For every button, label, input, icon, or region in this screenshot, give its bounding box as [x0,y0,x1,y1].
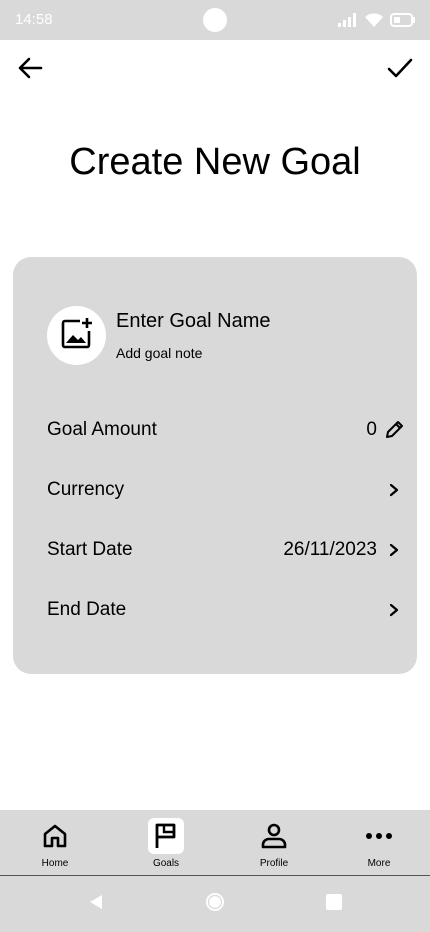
triangle-back-icon [87,893,105,916]
start-date-label: Start Date [47,539,133,560]
chevron-right-icon [383,539,405,561]
nav-label-more: More [367,858,391,869]
end-date-row[interactable]: End Date [47,590,405,630]
bottom-navigation: Home Goals Profile More [0,810,430,876]
chevron-right-icon [383,479,405,501]
start-date-row[interactable]: Start Date 26/11/2023 [47,530,405,570]
nav-item-home[interactable]: Home [34,810,76,876]
goal-amount-value: 0 [366,419,377,440]
square-recents-icon [325,893,343,916]
system-navigation-bar [0,876,430,932]
chevron-right-icon [383,599,405,621]
status-time: 14:58 [15,11,53,28]
battery-icon [390,13,416,27]
goal-note-input[interactable]: Add goal note [116,345,202,361]
status-icons [338,10,416,30]
page-title: Create New Goal [69,141,361,183]
nav-label-goals: Goals [152,858,180,869]
person-icon [256,818,292,854]
check-icon [386,54,414,87]
arrow-left-icon [16,54,44,87]
flag-icon [148,818,184,854]
back-button[interactable] [12,52,48,88]
wifi-icon [364,12,384,28]
goal-name-input[interactable]: Enter Goal Name [116,310,271,333]
nav-item-goals[interactable]: Goals [146,810,186,876]
end-date-label: End Date [47,599,127,620]
start-date-value: 26/11/2023 [283,539,377,560]
status-bar: 14:58 [0,0,430,40]
circle-home-icon [204,891,226,918]
nav-item-more[interactable]: More [360,810,398,876]
goal-amount-label: Goal Amount [47,419,157,440]
confirm-button[interactable] [382,52,418,88]
home-icon [37,818,73,854]
system-recents-button[interactable] [322,892,346,916]
system-back-button[interactable] [84,892,108,916]
nav-item-profile[interactable]: Profile [254,810,294,876]
currency-label: Currency [47,479,125,500]
signal-icon [338,13,358,27]
more-horizontal-icon [361,818,397,854]
add-photo-icon [60,316,94,355]
camera-cutout [203,8,227,32]
goal-form-card: Enter Goal Name Add goal note Goal Amoun… [13,257,417,674]
system-home-button[interactable] [203,892,227,916]
nav-label-profile: Profile [259,858,289,869]
goal-image-picker[interactable] [47,306,106,365]
currency-row[interactable]: Currency [47,470,405,510]
goal-amount-row[interactable]: Goal Amount 0 [47,410,405,450]
nav-label-home: Home [41,858,69,869]
pencil-icon[interactable] [383,419,405,441]
